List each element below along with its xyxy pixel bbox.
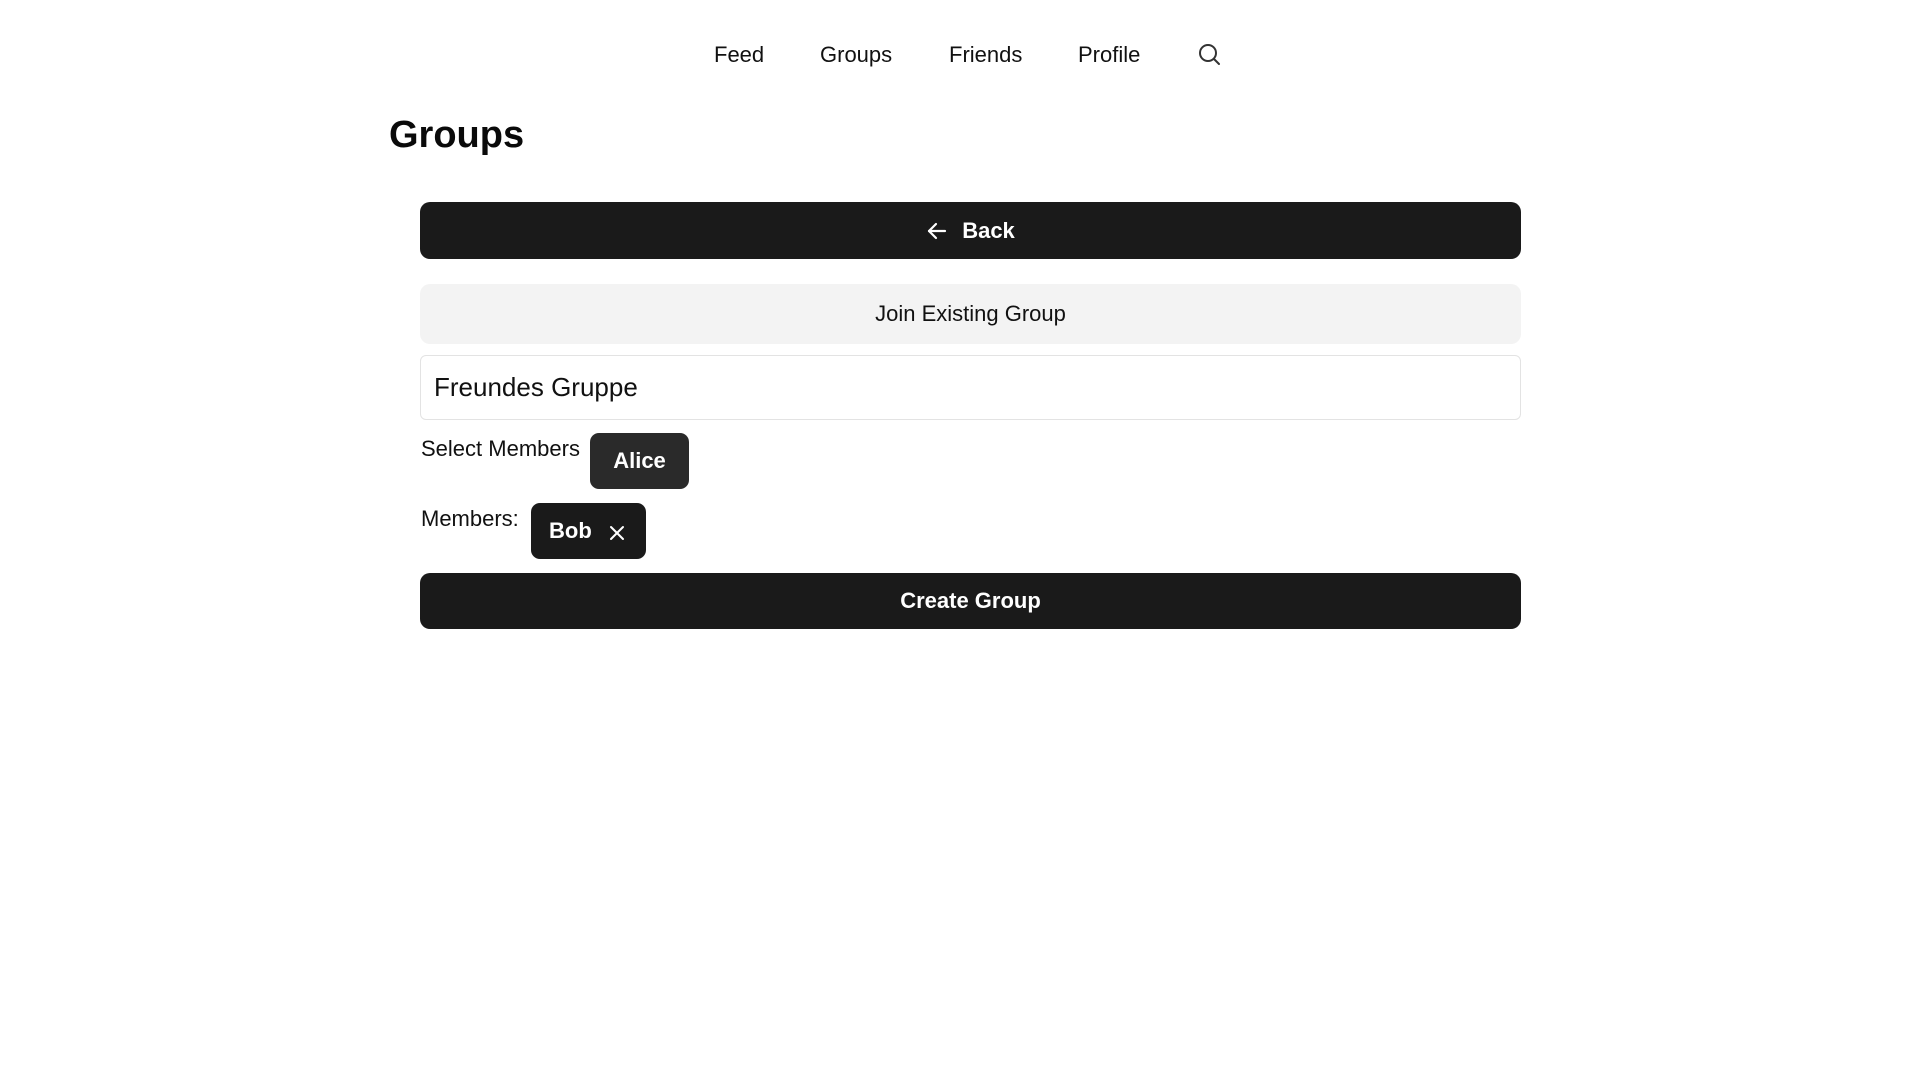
back-button[interactable]: Back [420,202,1521,259]
select-members-label: Select Members [421,436,580,461]
join-existing-group-label: Join Existing Group [875,301,1066,326]
page-title: Groups [389,114,525,156]
create-group-label: Create Group [900,588,1041,613]
back-button-label: Back [962,217,1015,243]
nav-link-friends[interactable]: Friends [949,40,1022,70]
group-name-input[interactable] [420,355,1521,420]
nav-link-profile[interactable]: Profile [1078,40,1140,70]
search-icon[interactable] [1197,42,1223,68]
member-chip-label: Bob [549,518,592,543]
nav-link-feed[interactable]: Feed [714,40,764,70]
create-group-button[interactable]: Create Group [420,573,1521,629]
member-option-alice[interactable]: Alice [590,433,689,489]
arrow-left-icon [926,220,948,242]
join-existing-group-button[interactable]: Join Existing Group [420,284,1521,344]
top-navigation: Feed Groups Friends Profile [0,40,1920,70]
close-icon[interactable] [608,522,626,540]
member-chip-bob: Bob [531,503,646,559]
member-option-label: Alice [613,448,666,473]
nav-link-groups[interactable]: Groups [820,40,892,70]
members-label: Members: [421,506,519,531]
